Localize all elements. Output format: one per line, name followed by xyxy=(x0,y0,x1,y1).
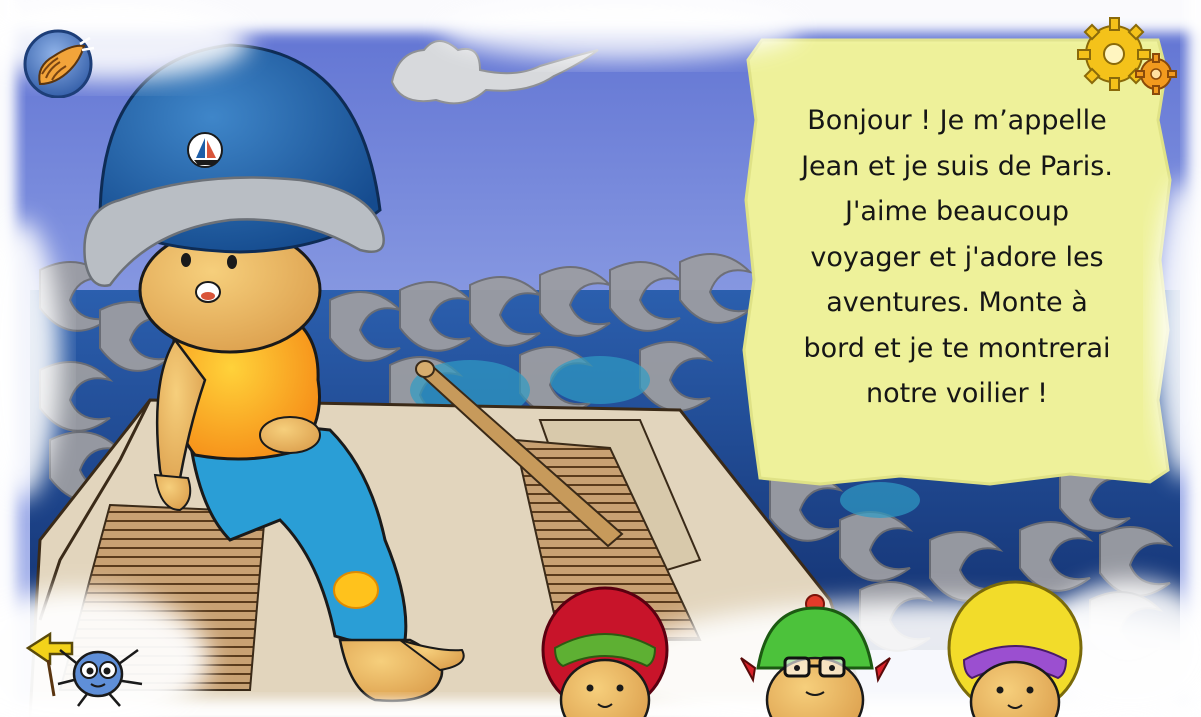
speech-line: Bonjour ! Je m’appelle xyxy=(807,105,1107,136)
speech-line: voyager et j'adore les xyxy=(810,241,1104,273)
gears-icon xyxy=(1077,17,1177,95)
speech-line: bord et je te montrerai xyxy=(803,332,1111,364)
back-button[interactable] xyxy=(20,626,150,708)
settings-button[interactable] xyxy=(1074,16,1178,100)
character-red-hair-kid xyxy=(541,586,669,717)
speech-line: aventures. Monte à xyxy=(826,287,1088,318)
speech-line: notre voilier ! xyxy=(865,378,1049,409)
arrow-left-icon xyxy=(25,631,74,697)
seashell-icon xyxy=(23,29,95,99)
audio-button[interactable] xyxy=(20,26,100,99)
speech-line: J'aime beaucoup xyxy=(845,196,1069,227)
speech-line: Jean et je suis de Paris. xyxy=(801,150,1113,182)
spider-character-icon xyxy=(57,648,143,707)
speech-text: Bonjour ! Je m’appelle Jean et je suis d… xyxy=(772,98,1142,417)
character-yellow-hair-kid xyxy=(947,580,1083,717)
